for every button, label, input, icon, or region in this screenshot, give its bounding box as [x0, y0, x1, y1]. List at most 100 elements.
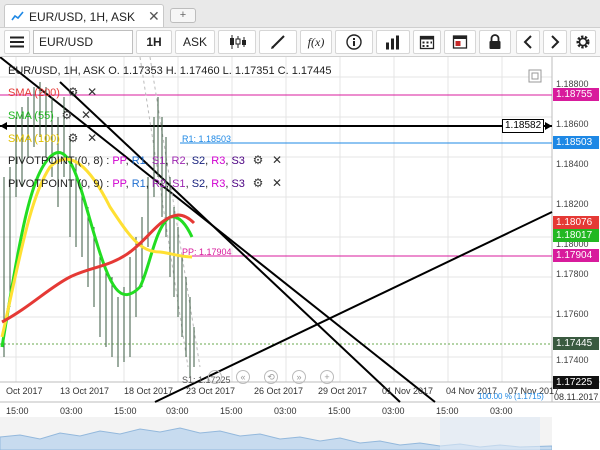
info-button[interactable] [335, 30, 373, 54]
price-tick: 1.18600 [556, 119, 589, 129]
price-label-pp: 1.17904 [553, 249, 599, 262]
legend-pivot-8-label[interactable]: PIVOTPOINT (0, 8) [8, 155, 103, 167]
time-tick: 15:00 [220, 406, 243, 416]
pivot-item: R1 [131, 178, 146, 190]
zoom-in-icon[interactable]: + [320, 370, 334, 384]
pivot-item: PP [112, 178, 126, 190]
forward-icon[interactable]: » [292, 370, 306, 384]
settings-button[interactable] [570, 30, 596, 54]
gear-icon[interactable]: ⚙ [67, 85, 79, 99]
time-tick: 03:00 [382, 406, 405, 416]
date-tick: 13 Oct 2017 [60, 386, 110, 396]
drawing-tools-button[interactable] [259, 30, 297, 54]
scroll-right-button[interactable] [543, 30, 567, 54]
template-button[interactable] [444, 30, 476, 54]
pivot-item: S3 [231, 155, 245, 167]
symbol-input[interactable] [33, 30, 133, 54]
gear-icon[interactable]: ⚙ [252, 153, 264, 167]
time-tick: 15:00 [6, 406, 29, 416]
legend-sma200: SMA (200) ⚙ ✕ [8, 85, 98, 99]
gear-icon[interactable]: ⚙ [67, 131, 79, 145]
sma200-line [1, 213, 196, 324]
date-tick: 29 Oct 2017 [318, 386, 368, 396]
date-tick: 26 Oct 2017 [254, 386, 304, 396]
menu-button[interactable] [4, 30, 30, 54]
time-tick: 03:00 [490, 406, 513, 416]
chart-type-button[interactable] [218, 30, 256, 54]
ray-arrow-right-icon [545, 122, 552, 130]
legend-pivot-9: PIVOTPOINT (0, 9) : PP, R1, R2, S1, S2, … [8, 176, 283, 190]
price-tick: 1.17800 [556, 269, 589, 279]
navigator-window[interactable] [440, 417, 540, 450]
price-side-button[interactable]: ASK [175, 30, 215, 54]
price-label-r2: 1.18755 [553, 88, 599, 101]
r1-line-tag: R1: 1.18503 [182, 134, 232, 144]
close-tab-icon[interactable]: ✕ [148, 8, 160, 25]
navigator-strip[interactable] [0, 417, 552, 450]
chart-nav-controls: − « ⟲ » + [208, 370, 358, 384]
legend-pivot-9-label[interactable]: PIVOTPOINT (0, 9) [8, 178, 103, 190]
pivot-item: S1 [151, 155, 166, 167]
pivot-item: S2 [191, 155, 206, 167]
maximize-icon[interactable] [528, 69, 542, 83]
ohlc-readout: EUR/USD, 1H, ASK O. 1.17353 H. 1.17460 L… [8, 65, 332, 77]
candlestick-icon [230, 35, 246, 49]
rewind-icon[interactable]: « [236, 370, 250, 384]
gear-icon[interactable]: ⚙ [61, 108, 73, 122]
legend-sma55-label[interactable]: SMA (55) [8, 110, 54, 122]
chart-tab-title: EUR/USD, 1H, ASK [29, 10, 136, 24]
chart-toolbar: 1H ASK f(x) [0, 28, 600, 57]
time-tick: 03:00 [60, 406, 83, 416]
price-label-sma200: 1.18076 [553, 216, 599, 229]
pencil-icon [271, 35, 285, 49]
legend-sma55: SMA (55) ⚙ ✕ [8, 108, 92, 122]
calendar-button[interactable] [413, 30, 441, 54]
zoom-out-icon[interactable]: − [208, 370, 222, 384]
date-tick: Oct 2017 [6, 386, 43, 396]
chart-tab[interactable]: EUR/USD, 1H, ASK ✕ [4, 4, 164, 27]
price-label-r1: 1.18503 [553, 136, 599, 149]
reset-icon[interactable]: ⟲ [264, 370, 278, 384]
pivot-item: R1 [131, 155, 146, 167]
pivot-item: R3 [211, 155, 226, 167]
ray-price-label: 1.18582 [502, 119, 545, 133]
time-tick: 15:00 [114, 406, 137, 416]
timeframe-button[interactable]: 1H [136, 30, 172, 54]
hamburger-icon [10, 36, 24, 48]
dashed-channel-line-2 [139, 57, 189, 368]
trendline-lower-down[interactable] [59, 81, 401, 403]
close-icon[interactable]: ✕ [80, 108, 92, 122]
close-icon[interactable]: ✕ [271, 153, 283, 167]
chart-area[interactable]: EUR/USD, 1H, ASK O. 1.17353 H. 1.17460 L… [0, 57, 600, 450]
tab-bar: EUR/USD, 1H, ASK ✕ + [0, 0, 600, 28]
close-icon[interactable]: ✕ [271, 176, 283, 190]
ray-arrow-left-icon [0, 122, 7, 130]
legend-sma100-label[interactable]: SMA (100) [8, 133, 60, 145]
price-tick: 1.17400 [556, 355, 589, 365]
legend-sma100: SMA (100) ⚙ ✕ [8, 131, 98, 145]
navigator-date: 08.11.2017 [554, 392, 599, 402]
lock-button[interactable] [479, 30, 511, 54]
pivot-item: R2 [171, 155, 186, 167]
new-tab-button[interactable]: + [170, 8, 196, 23]
legend-sma200-label[interactable]: SMA (200) [8, 87, 60, 99]
volume-button[interactable] [376, 30, 410, 54]
pivot-item: PP [112, 155, 126, 167]
close-icon[interactable]: ✕ [86, 131, 98, 145]
gear-icon[interactable]: ⚙ [252, 176, 264, 190]
chevron-right-icon [551, 35, 560, 49]
price-tick: 1.18400 [556, 159, 589, 169]
date-tick: 18 Oct 2017 [124, 386, 174, 396]
bar-chart-icon [386, 35, 399, 50]
indicators-button[interactable]: f(x) [300, 30, 332, 54]
date-tick: 23 Oct 2017 [186, 386, 236, 396]
price-label-last: 1.17445 [553, 337, 599, 350]
price-tick: 1.18200 [556, 199, 589, 209]
pivot-item: S3 [231, 178, 245, 190]
close-icon[interactable]: ✕ [86, 85, 98, 99]
scroll-left-button[interactable] [516, 30, 540, 54]
pivot-item: S2 [191, 178, 206, 190]
chevron-left-icon [523, 35, 532, 49]
info-icon [346, 34, 362, 50]
pp-line-tag: PP: 1.17904 [182, 247, 232, 257]
